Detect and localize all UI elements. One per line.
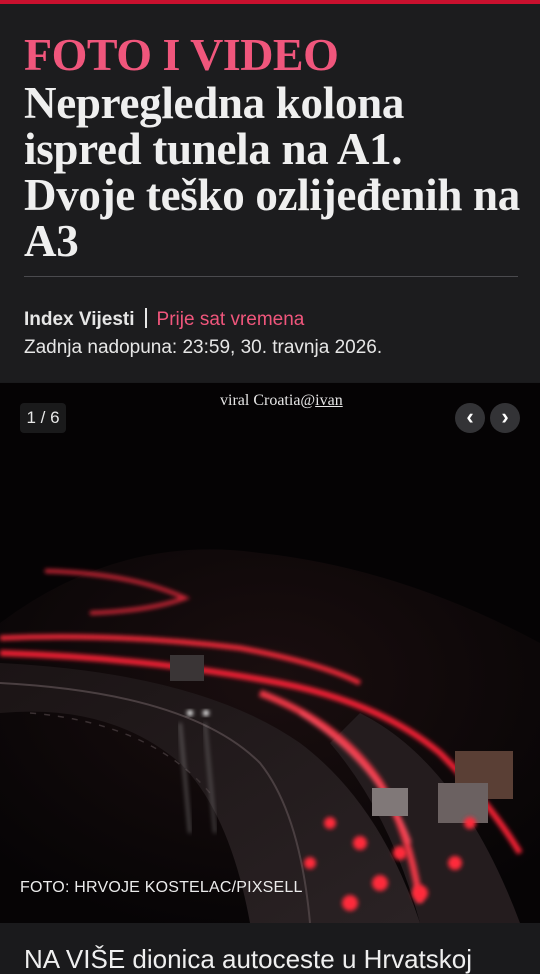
watermark: viral Croatia@ivan xyxy=(220,392,343,410)
photo-gallery[interactable]: 1 / 6 viral Croatia@ivan ‹ › FOTO: HRVOJ… xyxy=(0,383,540,923)
updated-timestamp: Zadnja nadopuna: 23:59, 30. travnja 2026… xyxy=(24,337,383,358)
highway-night-photo xyxy=(0,383,540,923)
photo-credit: FOTO: HRVOJE KOSTELAC/PIXSELL xyxy=(20,879,303,896)
article-byline: Index Vijesti Prije sat vremena xyxy=(24,308,304,332)
watermark-text: viral Croatia@ xyxy=(220,392,316,409)
header-divider xyxy=(24,276,518,277)
published-time: Prije sat vremena xyxy=(156,309,305,330)
watermark-handle: ivan xyxy=(315,392,343,409)
gallery-counter: 1 / 6 xyxy=(20,403,66,433)
chevron-right-icon: › xyxy=(501,404,509,429)
source-link[interactable]: Index Vijesti xyxy=(24,309,135,330)
article-kicker: FOTO I VIDEO xyxy=(24,29,339,80)
byline-separator xyxy=(144,308,147,328)
gallery-next-button[interactable]: › xyxy=(490,403,520,433)
gallery-prev-button[interactable]: ‹ xyxy=(455,403,485,433)
article-lead: NA VIŠE dionica autoceste u Hrvatskoj xyxy=(24,944,473,974)
chevron-left-icon: ‹ xyxy=(466,404,474,429)
article-headline: Nepregledna kolona ispred tunela na A1. … xyxy=(24,78,520,266)
article-header: FOTO I VIDEO Nepregledna kolona ispred t… xyxy=(0,4,540,382)
